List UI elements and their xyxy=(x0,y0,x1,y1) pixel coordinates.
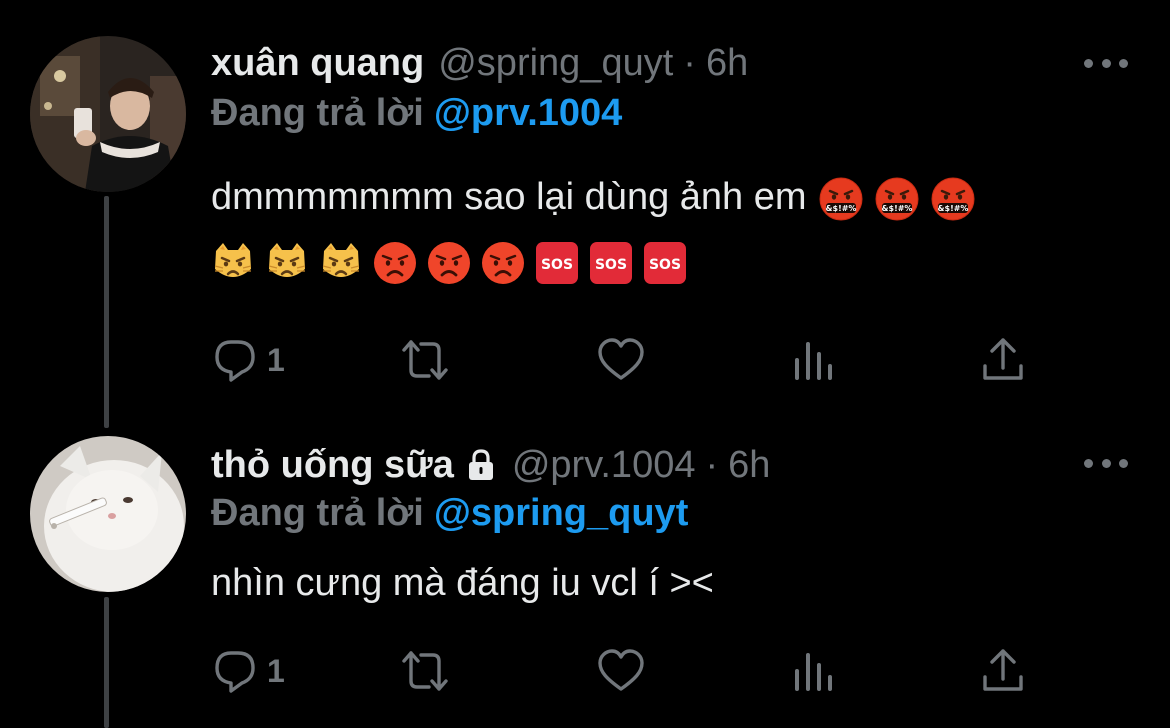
tweet-actions: 1 xyxy=(211,335,1041,385)
retweet-icon xyxy=(402,340,448,380)
replying-to-mention[interactable]: @prv.1004 xyxy=(434,92,622,134)
pouting-face-emoji xyxy=(373,241,417,285)
tweet-text-body: dmmmmmmm sao lại dùng ảnh em xyxy=(211,176,807,218)
replying-to-mention[interactable]: @spring_quyt xyxy=(434,492,689,534)
heart-icon xyxy=(598,338,644,380)
analytics-button[interactable] xyxy=(789,646,837,696)
user-handle[interactable]: @prv.1004 xyxy=(512,444,696,487)
separator-dot: · xyxy=(683,41,696,84)
pouting-face-emoji xyxy=(427,241,471,285)
pouting-cat-emoji xyxy=(211,241,255,285)
symbols-label: &$!#% xyxy=(825,204,856,213)
lock-icon xyxy=(468,449,493,480)
replying-to-label: Đang trả lời xyxy=(211,92,424,134)
more-options-icon[interactable] xyxy=(1084,48,1128,78)
heart-icon xyxy=(598,649,644,691)
reply-icon xyxy=(215,340,255,382)
sos-label: SOS xyxy=(649,257,681,273)
separator-dot: · xyxy=(705,443,719,486)
analytics-icon xyxy=(795,342,832,380)
replying-to: Đang trả lời @spring_quyt xyxy=(211,492,688,535)
tweet-header: thỏ uống sữa @prv.1004 · 6h xyxy=(211,440,770,490)
pouting-face-emoji xyxy=(481,241,525,285)
replying-to-label: Đang trả lời xyxy=(211,492,424,534)
tweet-text: nhìn cưng mà đáng iu vcl í >< xyxy=(211,562,714,605)
analytics-button[interactable] xyxy=(789,335,837,385)
analytics-icon xyxy=(795,653,832,691)
avatar[interactable] xyxy=(30,36,186,192)
pouting-cat-emoji xyxy=(319,241,363,285)
sos-label: SOS xyxy=(541,257,573,273)
avatar[interactable] xyxy=(30,436,186,592)
pouting-cat-emoji xyxy=(265,241,309,285)
emoji-row: SOS SOS SOS xyxy=(211,241,697,285)
timestamp[interactable]: 6h xyxy=(728,444,770,487)
face-with-symbols-on-mouth-emoji: &$!#% xyxy=(819,177,863,221)
sos-emoji: SOS xyxy=(535,241,579,285)
reply-icon xyxy=(215,651,255,693)
more-options-icon[interactable] xyxy=(1084,448,1128,478)
share-button[interactable] xyxy=(979,335,1027,385)
share-icon xyxy=(983,649,1023,691)
avatar-photo xyxy=(30,436,186,592)
tweet-text: dmmmmmmm sao lại dùng ảnh em &$!#% &$!#%… xyxy=(211,176,987,221)
retweet-button[interactable] xyxy=(401,335,449,385)
display-name[interactable]: thỏ uống sữa xyxy=(211,444,454,487)
share-icon xyxy=(983,338,1023,380)
face-with-symbols-on-mouth-emoji: &$!#% xyxy=(931,177,975,221)
reply-count: 1 xyxy=(267,652,285,689)
sos-emoji: SOS xyxy=(589,241,633,285)
reply-button[interactable]: 1 xyxy=(211,646,285,696)
reply-count: 1 xyxy=(267,341,285,378)
retweet-icon xyxy=(402,651,448,691)
like-button[interactable] xyxy=(597,646,645,696)
tweet-actions: 1 xyxy=(211,646,1041,696)
symbols-label: &$!#% xyxy=(881,204,912,213)
avatar-photo xyxy=(30,36,186,192)
sos-emoji: SOS xyxy=(643,241,687,285)
tweet[interactable]: thỏ uống sữa @prv.1004 · 6h Đang trả lời… xyxy=(0,420,1170,728)
sos-label: SOS xyxy=(595,257,627,273)
reply-button[interactable]: 1 xyxy=(211,335,285,385)
retweet-button[interactable] xyxy=(401,646,449,696)
share-button[interactable] xyxy=(979,646,1027,696)
replying-to: Đang trả lời @prv.1004 xyxy=(211,92,622,135)
tweet[interactable]: xuân quang @spring_quyt · 6h Đang trả lờ… xyxy=(0,0,1170,420)
tweet-header: xuân quang @spring_quyt · 6h xyxy=(211,38,748,88)
display-name[interactable]: xuân quang xyxy=(211,42,424,85)
like-button[interactable] xyxy=(597,335,645,385)
symbols-label: &$!#% xyxy=(937,204,968,213)
user-handle[interactable]: @spring_quyt xyxy=(438,42,673,85)
inline-emoji-group: &$!#% &$!#% &$!#% xyxy=(819,177,987,221)
face-with-symbols-on-mouth-emoji: &$!#% xyxy=(875,177,919,221)
timestamp[interactable]: 6h xyxy=(706,42,748,85)
tweet-text-body: nhìn cưng mà đáng iu vcl í >< xyxy=(211,562,714,604)
